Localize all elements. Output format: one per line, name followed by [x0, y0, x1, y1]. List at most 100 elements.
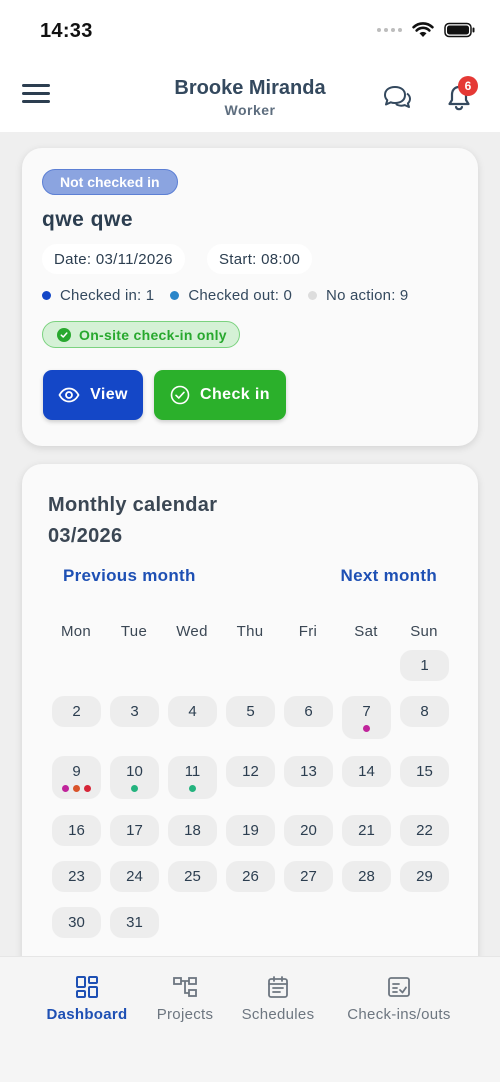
calendar-day[interactable]: 5 — [226, 696, 275, 727]
tab-label: Schedules — [241, 1006, 315, 1023]
calendar-day[interactable]: 22 — [400, 815, 449, 846]
calendar-day[interactable]: 13 — [284, 756, 333, 787]
calendar-day[interactable]: 15 — [400, 756, 449, 787]
calendar-day[interactable]: 23 — [52, 861, 101, 892]
day-number: 1 — [420, 657, 429, 674]
calendar-day[interactable]: 10 — [110, 756, 159, 799]
event-dot-icon — [363, 725, 370, 732]
calendar-day[interactable]: 16 — [52, 815, 101, 846]
check-in-button[interactable]: Check in — [154, 370, 286, 420]
day-number: 7 — [362, 703, 371, 720]
calendar-day[interactable]: 14 — [342, 756, 391, 787]
calendar-day[interactable]: 17 — [110, 815, 159, 846]
calendar-day[interactable]: 26 — [226, 861, 275, 892]
calendar-day[interactable]: 9 — [52, 756, 101, 799]
weekday-fri: Fri — [298, 623, 318, 640]
weekday-tue: Tue — [120, 623, 148, 640]
calendar-day[interactable]: 25 — [168, 861, 217, 892]
day-number: 16 — [68, 822, 85, 839]
calendar-day[interactable]: 27 — [284, 861, 333, 892]
event-dot-icon — [73, 785, 80, 792]
tab-checkins[interactable]: Check-ins/outs — [340, 973, 458, 1023]
bottom-tab-bar: Dashboard Projects Schedules Check-ins/o… — [0, 956, 500, 1082]
next-month-link[interactable]: Next month — [341, 566, 438, 586]
day-number: 18 — [184, 822, 201, 839]
status-time: 14:33 — [40, 20, 93, 42]
weekday-mon: Mon — [60, 623, 92, 640]
tab-dashboard[interactable]: Dashboard — [43, 973, 131, 1023]
calendar-day[interactable]: 28 — [342, 861, 391, 892]
calendar-day[interactable]: 2 — [52, 696, 101, 727]
check-circle-icon — [170, 385, 190, 405]
stat-label: Checked out: 0 — [188, 287, 293, 304]
day-number: 28 — [358, 868, 375, 885]
day-number: 5 — [246, 703, 255, 720]
day-number: 22 — [416, 822, 433, 839]
projects-icon — [173, 977, 197, 997]
onsite-label: On-site check-in only — [79, 326, 227, 343]
day-number: 26 — [242, 868, 259, 885]
day-number: 13 — [300, 763, 317, 780]
day-number: 20 — [300, 822, 317, 839]
calendar-day[interactable]: 4 — [168, 696, 217, 727]
event-dots — [342, 725, 391, 732]
day-number: 30 — [68, 914, 85, 931]
event-dot-icon — [131, 785, 138, 792]
signal-icon — [377, 28, 402, 32]
weekday-thu: Thu — [236, 623, 264, 640]
event-title: qwe qwe — [42, 208, 134, 231]
tab-schedules[interactable]: Schedules — [236, 973, 320, 1023]
calendar-day[interactable]: 21 — [342, 815, 391, 846]
event-dots — [110, 785, 159, 792]
checkins-icon — [388, 977, 410, 997]
attendance-stats: Checked in: 1 Checked out: 0 No action: … — [42, 287, 424, 304]
day-number: 24 — [126, 868, 143, 885]
calendar-day[interactable]: 20 — [284, 815, 333, 846]
onsite-only-badge: On-site check-in only — [42, 321, 240, 348]
view-button[interactable]: View — [43, 370, 143, 420]
day-number: 6 — [304, 703, 313, 720]
day-number: 12 — [242, 763, 259, 780]
day-number: 14 — [358, 763, 375, 780]
calendar-day[interactable]: 6 — [284, 696, 333, 727]
user-name: Brooke Miranda — [174, 77, 326, 99]
calendar-day[interactable]: 19 — [226, 815, 275, 846]
app-header: Brooke Miranda Worker 6 — [0, 62, 500, 132]
stat-label: Checked in: 1 — [60, 287, 155, 304]
calendar-day[interactable]: 1 — [400, 650, 449, 681]
event-dot-icon — [189, 785, 196, 792]
calendar-day[interactable]: 8 — [400, 696, 449, 727]
tab-label: Projects — [156, 1006, 214, 1023]
calendar-day[interactable]: 7 — [342, 696, 391, 739]
day-number: 25 — [184, 868, 201, 885]
calendar-title-text: Monthly calendar — [48, 494, 218, 516]
eye-icon — [58, 387, 80, 403]
calendar-day[interactable]: 18 — [168, 815, 217, 846]
day-number: 2 — [72, 703, 81, 720]
day-number: 19 — [242, 822, 259, 839]
notification-badge: 6 — [458, 76, 478, 96]
day-number: 11 — [184, 763, 201, 780]
schedules-icon — [268, 976, 288, 998]
day-number: 21 — [358, 822, 375, 839]
no-action-dot-icon — [308, 291, 318, 300]
calendar-day[interactable]: 29 — [400, 861, 449, 892]
calendar-day[interactable]: 3 — [110, 696, 159, 727]
event-card: Not checked in qwe qwe Date: 03/11/2026 … — [22, 148, 478, 446]
date-chip: Date: 03/11/2026 — [42, 244, 185, 274]
chat-icon[interactable] — [382, 84, 412, 110]
view-label: View — [90, 386, 128, 403]
calendar-day[interactable]: 24 — [110, 861, 159, 892]
check-circle-icon — [57, 327, 71, 342]
day-number: 9 — [72, 763, 81, 780]
check-in-label: Check in — [200, 386, 270, 403]
tab-projects[interactable]: Projects — [150, 973, 220, 1023]
checked-in-dot-icon — [42, 291, 51, 300]
calendar-day[interactable]: 11 — [168, 756, 217, 799]
weekday-sun: Sun — [410, 623, 438, 640]
stat-checked-out: Checked out: 0 — [170, 287, 292, 304]
calendar-day[interactable]: 30 — [52, 907, 101, 938]
calendar-day[interactable]: 31 — [110, 907, 159, 938]
calendar-day[interactable]: 12 — [226, 756, 275, 787]
previous-month-link[interactable]: Previous month — [63, 566, 196, 586]
